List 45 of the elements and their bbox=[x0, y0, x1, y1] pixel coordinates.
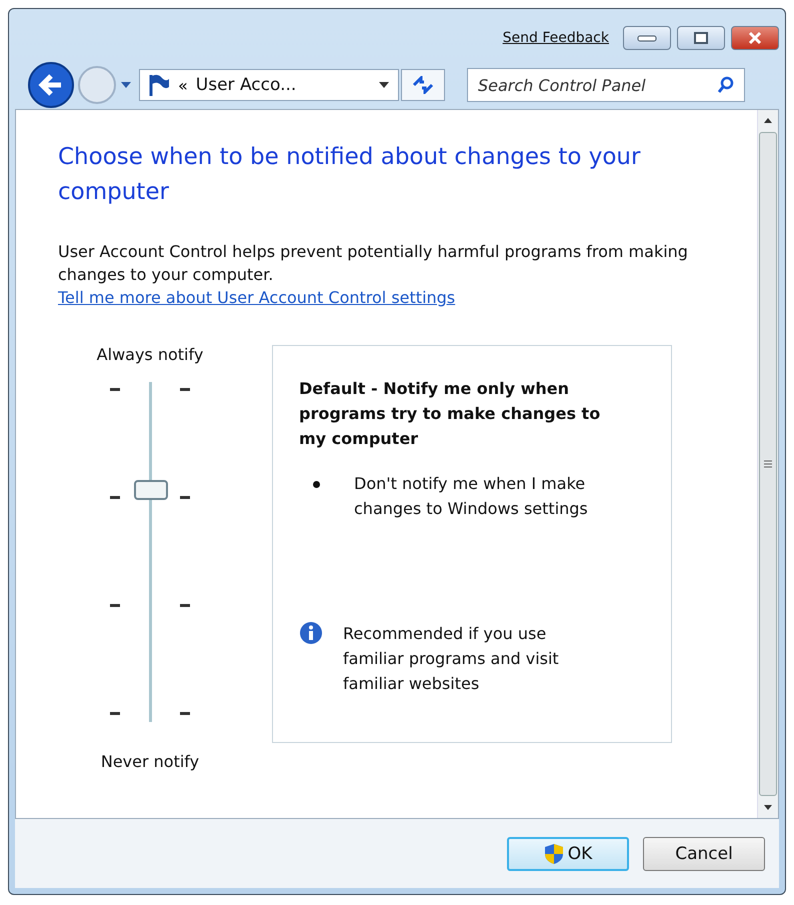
slider-tick bbox=[180, 388, 190, 391]
slider-tick bbox=[110, 712, 120, 715]
maximize-icon bbox=[693, 32, 709, 44]
slider-thumb[interactable] bbox=[134, 480, 168, 500]
send-feedback-link[interactable]: Send Feedback bbox=[502, 30, 609, 46]
scroll-up-icon[interactable] bbox=[763, 116, 773, 124]
page-heading: Choose when to be notified about changes to your computer bbox=[58, 143, 642, 207]
scrollbar[interactable] bbox=[757, 110, 778, 818]
bullet-icon bbox=[313, 481, 320, 488]
slider-tick bbox=[180, 604, 190, 607]
slider-bottom-label: Never notify bbox=[100, 752, 200, 771]
slider-tick bbox=[180, 712, 190, 715]
grip-icon bbox=[764, 460, 772, 468]
history-caret-icon[interactable] bbox=[119, 80, 133, 90]
slider-tick bbox=[110, 604, 120, 607]
maximize-button[interactable] bbox=[677, 26, 725, 50]
slider-top-label: Always notify bbox=[96, 345, 204, 364]
help-link[interactable]: Tell me more about User Account Control settings bbox=[58, 286, 456, 309]
refresh-button[interactable] bbox=[401, 69, 445, 101]
minimize-button[interactable] bbox=[623, 26, 671, 50]
refresh-icon bbox=[412, 76, 434, 94]
slider-tick bbox=[110, 496, 120, 499]
scrollbar-thumb[interactable] bbox=[759, 132, 777, 796]
ok-button[interactable]: OK bbox=[507, 836, 629, 870]
breadcrumb-separator: « bbox=[178, 76, 188, 94]
recommendation-text: Recommended if you use familiar programs and visit familiar websites bbox=[343, 623, 560, 695]
slider-tick bbox=[110, 388, 120, 391]
bullet-text: Don't notify me when I make changes to Windows settings bbox=[354, 473, 589, 520]
info-icon bbox=[299, 621, 323, 645]
slider-tick bbox=[180, 496, 190, 499]
search-icon bbox=[717, 76, 735, 94]
minimize-icon bbox=[636, 33, 658, 43]
scroll-down-icon[interactable] bbox=[763, 804, 773, 812]
back-button[interactable] bbox=[27, 61, 75, 109]
description-text: User Account Control helps prevent potentially harmful programs from making changes to your computer. bbox=[58, 241, 689, 286]
level-title: Default - Notify me only when programs try to make changes to my computer bbox=[299, 378, 602, 450]
flag-icon bbox=[148, 73, 170, 97]
shield-icon bbox=[544, 842, 564, 864]
close-button[interactable] bbox=[731, 26, 779, 50]
dropdown-caret-icon[interactable] bbox=[378, 81, 390, 89]
address-path: User Acco... bbox=[196, 75, 298, 95]
address-bar[interactable]: « User Acco... bbox=[139, 69, 399, 101]
search-field[interactable]: Search Control Panel bbox=[467, 68, 745, 102]
cancel-button[interactable]: Cancel bbox=[643, 836, 765, 870]
close-icon bbox=[747, 31, 763, 45]
